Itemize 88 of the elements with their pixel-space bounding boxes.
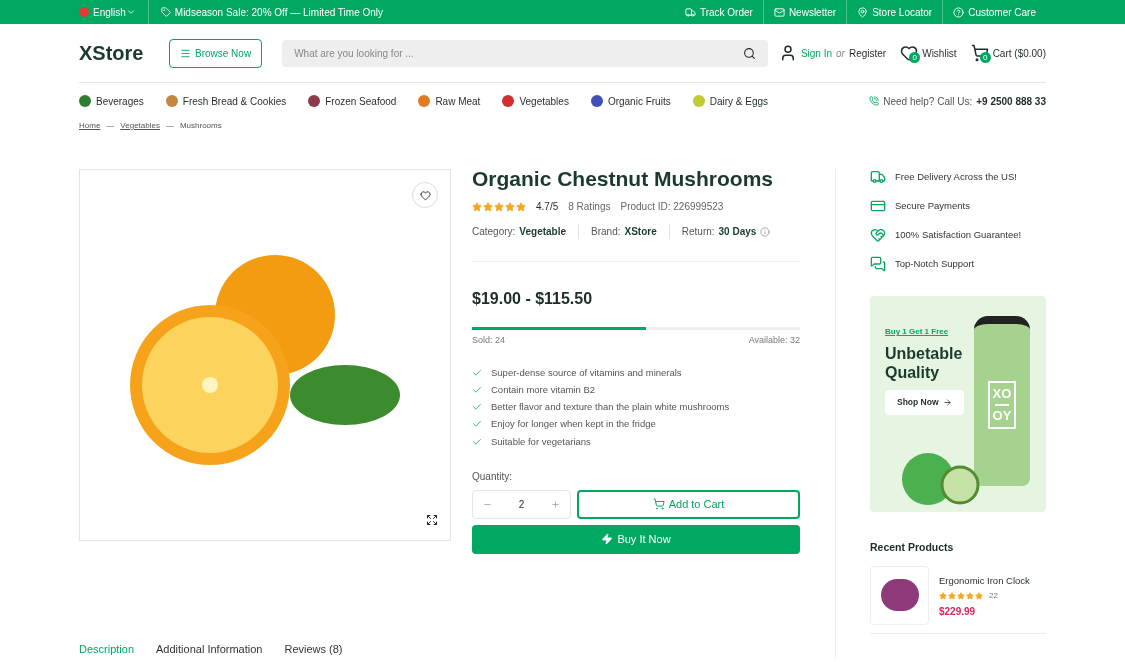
mail-icon [773,6,785,18]
price: $19.00 - $115.50 [472,289,594,309]
category-link[interactable]: Frozen Seafood [308,93,397,109]
category-link[interactable]: Dairy & Eggs [692,93,769,109]
meta-label: Category: [472,225,516,239]
category-link[interactable]: Raw Meat [418,93,481,109]
phone-number: +9 2500 888 33 [976,94,1046,109]
meta-value: XStore [624,225,657,239]
feature-text: Better flavor and texture than the plain white mushrooms [491,400,730,414]
recent-products-title: Recent Products [870,540,955,555]
check-icon [472,402,482,413]
tab[interactable]: Additional Information [156,641,263,662]
tab[interactable]: Reviews (8) [284,641,343,662]
meta-value: Vegetable [519,225,567,239]
product-title: Organic Chestnut Mushrooms [472,169,775,189]
breadcrumb-separator: — [106,120,115,132]
perk-icon [870,227,886,243]
sold-count: Sold: 24 [472,334,506,347]
feature-text: Enjoy for longer when kept in the fridge [491,417,656,432]
star-icon [494,201,504,212]
star-icon [483,201,493,212]
chevron-down-icon [125,7,136,17]
recent-product-name[interactable]: Ergonomic Iron Clock [939,573,1030,588]
heart-icon [419,189,431,201]
perk-icon [870,198,886,214]
count-badge: 0 [979,52,991,63]
rating-value: 4.7/5 [536,200,559,214]
truck-icon [684,6,696,18]
wishlist-link[interactable]: 0 Wishlist [900,44,957,62]
register-link[interactable]: Register [848,45,887,61]
arrow-right-icon [942,398,952,407]
recent-product-price: $229.99 [939,605,977,619]
perk-text: Secure Payments [895,198,970,213]
flag-icon [79,7,89,17]
logo[interactable]: XStore [79,38,169,68]
category-link[interactable]: Vegetables [502,93,569,109]
menu-icon [180,47,191,59]
review-count: 22 [989,590,998,602]
bottle-label-text: XO [992,387,1012,401]
check-icon [472,384,482,395]
perk-icon [870,169,886,185]
promo-title: Unbetable Quality [885,344,964,382]
product-thumbnail[interactable] [870,565,929,625]
category-link[interactable]: Organic Fruits [590,93,671,109]
perk-icon [870,256,886,272]
search-field[interactable]: What are you looking for ... [282,39,769,67]
breadcrumb-current: Mushrooms [179,120,222,132]
check-icon [472,436,482,447]
breadcrumb-link[interactable]: Home [79,120,101,132]
perk-text: Top-Notch Support [895,256,975,271]
check-icon [472,367,482,378]
quantity-value: 2 [518,497,525,512]
or-text: or [836,46,845,61]
check-icon [472,419,482,430]
tag-icon [160,7,171,17]
quantity-label: Quantity: [472,469,514,484]
count-badge: 0 [909,52,921,63]
breadcrumb-separator: — [165,120,174,132]
help-icon [953,6,965,18]
category-link[interactable]: Beverages [79,93,144,109]
heart-icon [900,44,919,62]
ratings-count: 8 Ratings [568,200,611,214]
star-icon [505,201,515,212]
meta-value: 30 Days [718,225,757,239]
promo-text: Midseason Sale: 20% Off — Limited Time Only [174,5,384,20]
meta-label: Return: [681,225,715,239]
cart-link[interactable]: 0 Cart ($0.00) [970,44,1046,62]
star-icon [472,201,482,212]
search-icon[interactable] [743,46,757,60]
bottle-label-text: OY [992,409,1012,423]
lightning-icon [601,533,614,546]
shop-now-button[interactable]: Shop Now [885,390,964,415]
help-text: Need help? Call Us: [883,94,973,109]
category-link[interactable]: Fresh Bread & Cookies [165,93,287,109]
perk-text: 100% Satisfaction Guarantee! [895,227,1022,242]
meta-label: Brand: [591,225,621,239]
breadcrumb-link[interactable]: Vegetables [120,120,160,132]
expand-icon[interactable] [426,514,438,526]
product-id: Product ID: 226999523 [620,200,724,214]
pin-icon [857,6,869,18]
available-count: Available: 32 [748,334,800,347]
perk-text: Free Delivery Across the US! [895,169,1017,184]
cart-icon [652,498,665,511]
star-icon [516,201,526,212]
feature-text: Super-dense source of vitamins and minerals [491,365,682,380]
feature-text: Suitable for vegetarians [491,434,591,449]
feature-text: Contain more vitamin B2 [491,382,596,397]
phone-icon [869,96,880,106]
